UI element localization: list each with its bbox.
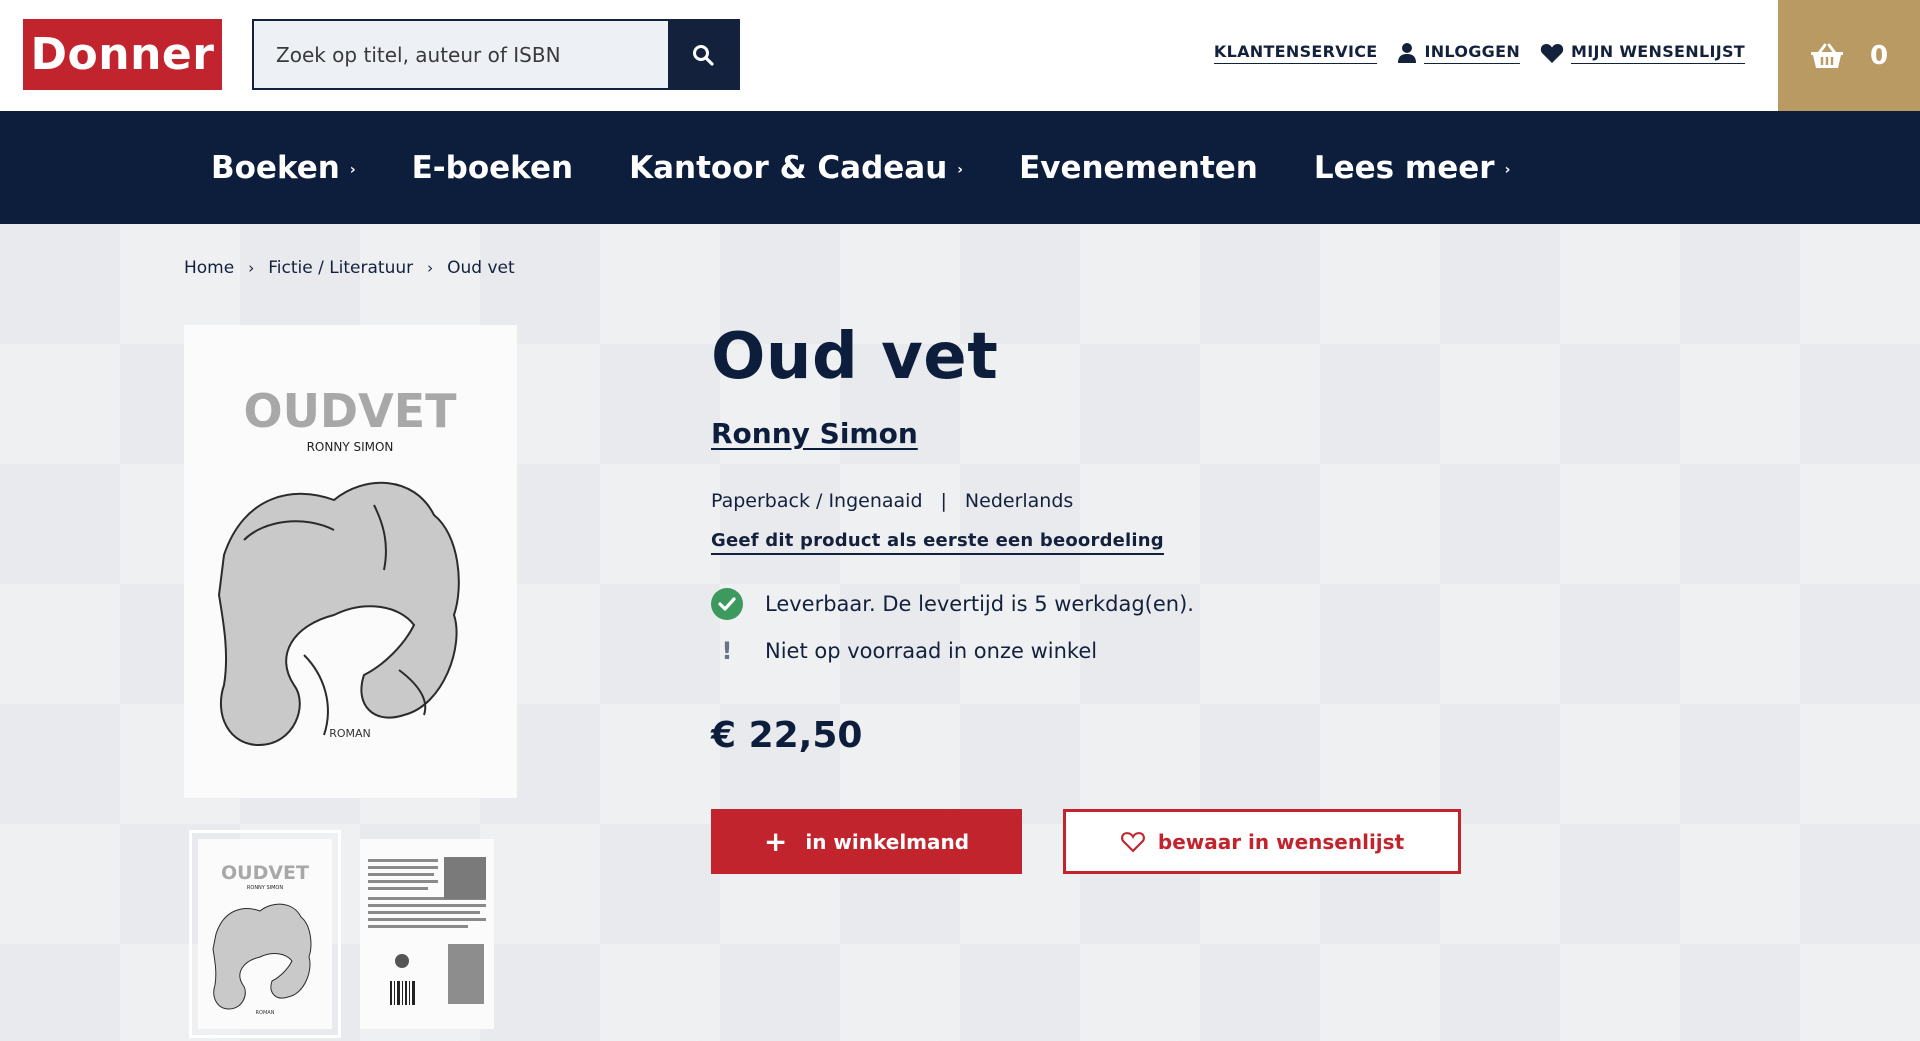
nav-label: Evenementen	[1019, 149, 1258, 186]
product-price: € 22,50	[711, 715, 863, 756]
search-icon	[693, 44, 714, 66]
store-stock-text: Niet op voorraad in onze winkel	[765, 639, 1098, 663]
basket-icon	[1810, 43, 1843, 68]
thumb-title: OUDVET	[221, 862, 309, 884]
breadcrumb-category[interactable]: Fictie / Literatuur	[268, 258, 413, 278]
meta-separator: |	[940, 490, 947, 512]
top-header: Donner KLANTENSERVICE INLOGGEN MIJN WENS…	[0, 0, 1920, 111]
thumbnail-back-image	[368, 857, 486, 1005]
heart-icon	[1540, 44, 1564, 63]
thumbnail-front-image: OUDVET RONNY SIMON ROMAN	[212, 862, 312, 1016]
plus-icon: +	[763, 824, 788, 858]
caret-right-icon: ›	[957, 161, 964, 178]
product-title: Oud vet	[711, 320, 999, 394]
thumb-author: RONNY SIMON	[247, 885, 283, 891]
availability-text: Leverbaar. De levertijd is 5 werkdag(en)…	[765, 592, 1194, 616]
add-to-cart-button[interactable]: + in winkelmand	[711, 809, 1022, 874]
add-to-wishlist-label: bewaar in wensenlijst	[1157, 829, 1405, 854]
donner-logo[interactable]: Donner	[23, 19, 222, 90]
product-format: Paperback / Ingenaaid	[711, 490, 923, 512]
nav-item-e-boeken[interactable]: E-boeken	[412, 150, 573, 186]
login-link[interactable]: INLOGGEN	[1397, 42, 1521, 64]
breadcrumb-separator: ›	[248, 259, 255, 277]
wishlist-label: MIJN WENSENLIJST	[1571, 42, 1745, 64]
thumb-genre: ROMAN	[256, 1010, 275, 1016]
product-page: Home › Fictie / Literatuur › Oud vet OUD…	[0, 224, 1920, 1041]
user-icon	[1398, 43, 1417, 63]
nav-item-lees-meer[interactable]: Lees meer ›	[1314, 150, 1510, 186]
author-link[interactable]: Ronny Simon	[711, 417, 918, 450]
nav-label: Kantoor & Cadeau	[629, 149, 948, 186]
book-cover-image[interactable]: OUDVET RONNY SIMON ROMAN	[184, 325, 517, 798]
header-links: KLANTENSERVICE INLOGGEN MIJN WENSENLIJST	[1213, 42, 1745, 64]
exclamation-icon: !	[721, 637, 733, 665]
heart-outline-icon	[1120, 832, 1145, 853]
wishlist-link[interactable]: MIJN WENSENLIJST	[1540, 42, 1745, 64]
write-review-link[interactable]: Geef dit product als eerste een beoordel…	[711, 530, 1164, 555]
add-to-wishlist-button[interactable]: bewaar in wensenlijst	[1063, 809, 1461, 874]
login-label: INLOGGEN	[1424, 42, 1521, 64]
nav-label: Lees meer	[1313, 149, 1495, 186]
caret-right-icon: ›	[1504, 161, 1511, 178]
check-circle-icon	[711, 588, 743, 620]
search-input[interactable]	[254, 21, 668, 88]
breadcrumb-separator: ›	[427, 259, 434, 277]
cover-drawing	[217, 481, 460, 747]
main-navigation: Boeken › E-boeken Kantoor & Cadeau › Eve…	[0, 111, 1920, 224]
cover-genre: ROMAN	[329, 727, 371, 740]
product-language: Nederlands	[964, 490, 1074, 512]
breadcrumb-home[interactable]: Home	[184, 258, 234, 278]
thumbnail-back[interactable]	[360, 839, 494, 1029]
breadcrumb: Home › Fictie / Literatuur › Oud vet	[184, 258, 515, 278]
search-bar	[252, 19, 740, 90]
cart-count: 0	[1869, 40, 1889, 71]
caret-right-icon: ›	[349, 161, 356, 178]
customer-service-link[interactable]: KLANTENSERVICE	[1213, 42, 1378, 64]
store-stock-status: ! Niet op voorraad in onze winkel	[711, 637, 1098, 665]
customer-service-label: KLANTENSERVICE	[1213, 42, 1378, 64]
add-to-cart-label: in winkelmand	[805, 829, 970, 854]
nav-label: E-boeken	[411, 149, 574, 186]
nav-item-kantoor-cadeau[interactable]: Kantoor & Cadeau ›	[629, 150, 963, 186]
nav-item-boeken[interactable]: Boeken ›	[211, 150, 356, 186]
breadcrumb-current: Oud vet	[447, 258, 515, 278]
search-button[interactable]	[668, 21, 738, 88]
thumbnail-front[interactable]: OUDVET RONNY SIMON ROMAN	[189, 830, 341, 1038]
cover-title: OUDVET	[243, 384, 457, 438]
nav-label: Boeken	[211, 149, 340, 186]
shopping-cart-button[interactable]: 0	[1778, 0, 1920, 111]
cover-author: RONNY SIMON	[307, 440, 394, 454]
availability-status: Leverbaar. De levertijd is 5 werkdag(en)…	[711, 588, 1194, 620]
book-cover-illustration: OUDVET RONNY SIMON ROMAN	[217, 384, 460, 747]
nav-item-evenementen[interactable]: Evenementen	[1019, 150, 1258, 186]
product-meta: Paperback / Ingenaaid | Nederlands	[711, 490, 1073, 512]
